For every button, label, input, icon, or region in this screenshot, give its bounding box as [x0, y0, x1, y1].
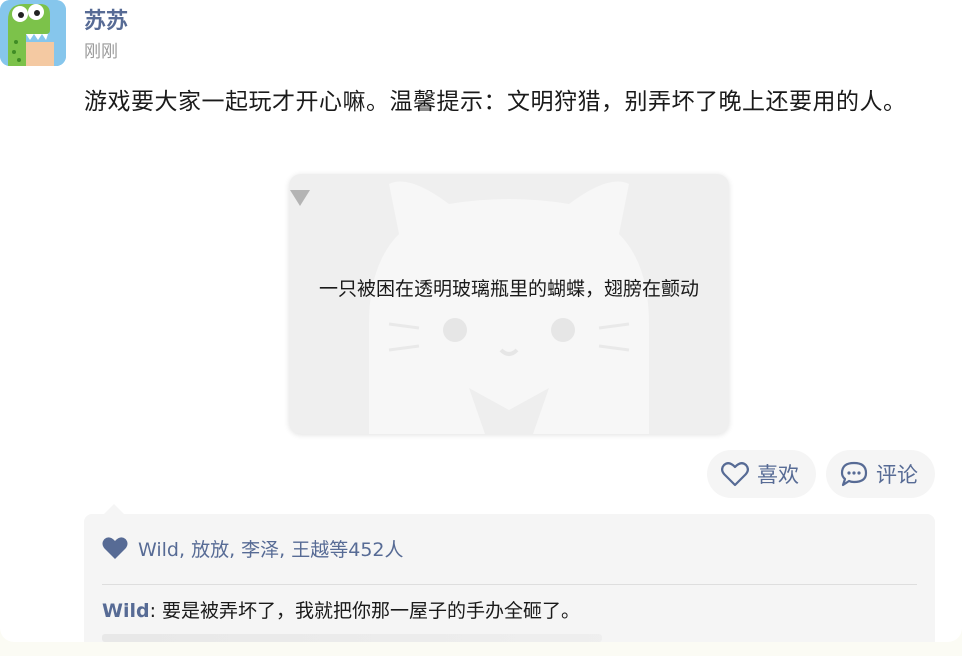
post-timestamp: 刚刚 [84, 42, 118, 62]
likes-row: Wild, 放放, 李泽, 王越等452人 [102, 532, 404, 564]
comment-text: 要是被弄坏了，我就把你那一屋子的手办全砸了。 [162, 600, 581, 622]
post-card: 苏苏 刚刚 游戏要大家一起玩才开心嘛。温馨提示：文明狩猎，别弄坏了晚上还要用的人… [0, 0, 962, 642]
collapse-triangle-icon [290, 190, 310, 206]
interactions-panel: Wild, 放放, 李泽, 王越等452人 Wild: 要是被弄坏了，我就把你那… [84, 504, 935, 642]
post-media[interactable]: 一只被困在透明玻璃瓶里的蝴蝶，翅膀在颤动 [289, 174, 729, 434]
like-button[interactable]: 喜欢 [707, 450, 816, 498]
comment-cutoff [102, 634, 602, 642]
username[interactable]: 苏苏 [84, 3, 128, 35]
comment-separator: : [149, 600, 163, 622]
comment-label: 评论 [876, 463, 918, 487]
media-caption: 一只被困在透明玻璃瓶里的蝴蝶，翅膀在颤动 [318, 278, 699, 300]
comment-item[interactable]: Wild: 要是被弄坏了，我就把你那一屋子的手办全砸了。 [102, 596, 580, 626]
post-text: 游戏要大家一起玩才开心嘛。温馨提示：文明狩猎，别弄坏了晚上还要用的人。 [84, 89, 907, 115]
comment-button[interactable]: 评论 [826, 450, 935, 498]
panel-notch [104, 504, 124, 514]
avatar[interactable] [0, 0, 66, 66]
heart-outline-icon [721, 462, 749, 487]
like-label: 喜欢 [757, 463, 799, 487]
crocodile-icon [0, 0, 66, 66]
speech-bubble-icon [840, 461, 868, 487]
likes-list[interactable]: Wild, 放放, 李泽, 王越等452人 [138, 535, 404, 562]
heart-filled-icon [102, 537, 128, 559]
comment-author[interactable]: Wild [102, 600, 150, 622]
divider [102, 584, 917, 585]
